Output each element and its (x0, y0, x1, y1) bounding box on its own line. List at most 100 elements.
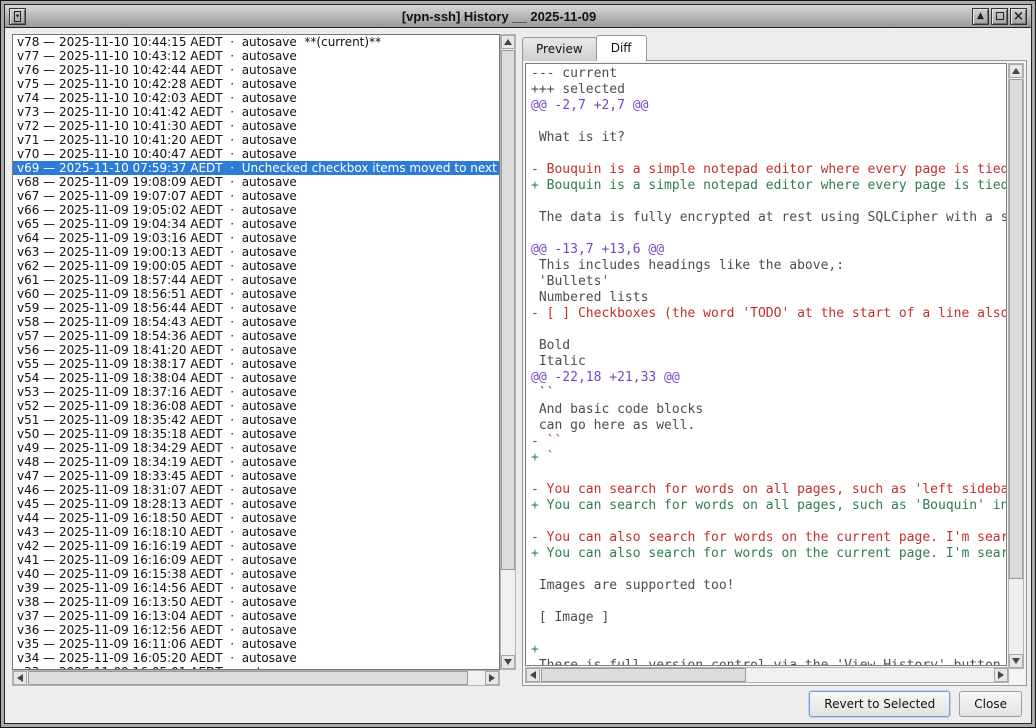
version-list-item[interactable]: v62 — 2025-11-09 19:00:05 AEDT · autosav… (13, 259, 499, 273)
arrow-up-icon (504, 39, 512, 45)
version-list-item[interactable]: v55 — 2025-11-09 18:38:17 AEDT · autosav… (13, 357, 499, 371)
version-list-item[interactable]: v73 — 2025-11-10 10:41:42 AEDT · autosav… (13, 105, 499, 119)
version-list-item[interactable]: v50 — 2025-11-09 18:35:18 AEDT · autosav… (13, 427, 499, 441)
version-list-item[interactable]: v77 — 2025-11-10 10:43:12 AEDT · autosav… (13, 49, 499, 63)
list-scroll-up-button[interactable] (501, 35, 515, 49)
tab-diff[interactable]: Diff (596, 35, 647, 61)
diff-vscrollbar[interactable] (1008, 63, 1024, 669)
diff-hscrollbar-thumb[interactable] (541, 668, 746, 682)
diff-line: 'Bullets' (531, 274, 1006, 290)
version-list-item[interactable]: v65 — 2025-11-09 19:04:34 AEDT · autosav… (13, 217, 499, 231)
version-list-item[interactable]: v74 — 2025-11-10 10:42:03 AEDT · autosav… (13, 91, 499, 105)
diff-line (531, 626, 1006, 642)
diff-line: --- current (531, 66, 1006, 82)
version-list-item[interactable]: v37 — 2025-11-09 16:13:04 AEDT · autosav… (13, 609, 499, 623)
diff-line (531, 322, 1006, 338)
list-scroll-down-button[interactable] (501, 655, 515, 669)
diff-line: + ` (531, 450, 1006, 466)
preview-diff-panel: Preview Diff --- current+++ selected@@ -… (522, 34, 1027, 686)
version-list-item[interactable]: v52 — 2025-11-09 18:36:08 AEDT · autosav… (13, 399, 499, 413)
maximize-icon (996, 12, 1004, 20)
diff-line (531, 594, 1006, 610)
diff-line: And basic code blocks (531, 402, 1006, 418)
diff-scroll-down-button[interactable] (1009, 654, 1023, 668)
shade-button[interactable]: ▲ (972, 8, 989, 25)
version-list-item[interactable]: v34 — 2025-11-09 16:05:20 AEDT · autosav… (13, 651, 499, 665)
dialog-body: v78 — 2025-11-10 10:44:15 AEDT · autosav… (5, 28, 1031, 723)
arrow-down-icon (1012, 658, 1020, 664)
diff-scroll-left-button[interactable] (526, 668, 540, 682)
version-list-item[interactable]: v70 — 2025-11-10 10:40:47 AEDT · autosav… (13, 147, 499, 161)
diff-hscrollbar[interactable] (525, 667, 1009, 683)
diff-scroll-right-button[interactable] (994, 668, 1008, 682)
version-list-item[interactable]: v47 — 2025-11-09 18:33:45 AEDT · autosav… (13, 469, 499, 483)
diff-line: `` (531, 386, 1006, 402)
version-list-item[interactable]: v42 — 2025-11-09 16:16:19 AEDT · autosav… (13, 539, 499, 553)
version-list-item[interactable]: v51 — 2025-11-09 18:35:42 AEDT · autosav… (13, 413, 499, 427)
window-title: [vpn-ssh] History __ 2025-11-09 (27, 9, 971, 24)
revert-to-selected-button[interactable]: Revert to Selected (809, 691, 950, 717)
version-list-item[interactable]: v76 — 2025-11-10 10:42:44 AEDT · autosav… (13, 63, 499, 77)
list-hscrollbar[interactable] (12, 670, 500, 686)
version-list-item[interactable]: v57 — 2025-11-09 18:54:36 AEDT · autosav… (13, 329, 499, 343)
version-list-item[interactable]: v68 — 2025-11-09 19:08:09 AEDT · autosav… (13, 175, 499, 189)
diff-line: The data is fully encrypted at rest usin… (531, 210, 1006, 226)
diff-line: can go here as well. (531, 418, 1006, 434)
version-list-item[interactable]: v41 — 2025-11-09 16:16:09 AEDT · autosav… (13, 553, 499, 567)
diff-line: There is full version control via the 'V… (531, 658, 1006, 666)
diff-line: + You can search for words on all pages,… (531, 498, 1006, 514)
version-list-item[interactable]: v43 — 2025-11-09 16:18:10 AEDT · autosav… (13, 525, 499, 539)
version-list-item[interactable]: v58 — 2025-11-09 18:54:43 AEDT · autosav… (13, 315, 499, 329)
version-list-item[interactable]: v35 — 2025-11-09 16:11:06 AEDT · autosav… (13, 637, 499, 651)
version-list-item[interactable]: v78 — 2025-11-10 10:44:15 AEDT · autosav… (13, 35, 499, 49)
version-list-item[interactable]: v64 — 2025-11-09 19:03:16 AEDT · autosav… (13, 231, 499, 245)
version-list[interactable]: v78 — 2025-11-10 10:44:15 AEDT · autosav… (12, 34, 500, 670)
version-list-item[interactable]: v40 — 2025-11-09 16:15:38 AEDT · autosav… (13, 567, 499, 581)
list-scroll-right-button[interactable] (485, 671, 499, 685)
version-list-item[interactable]: v56 — 2025-11-09 18:41:20 AEDT · autosav… (13, 343, 499, 357)
version-list-item[interactable]: v69 — 2025-11-10 07:59:37 AEDT · Uncheck… (13, 161, 499, 175)
version-list-item[interactable]: v45 — 2025-11-09 18:28:13 AEDT · autosav… (13, 497, 499, 511)
diff-line: - `` (531, 434, 1006, 450)
titlebar[interactable]: ▾ [vpn-ssh] History __ 2025-11-09 ▲ × (5, 5, 1031, 28)
window-menu-button[interactable]: ▾ (9, 8, 26, 25)
version-list-item[interactable]: v38 — 2025-11-09 16:13:50 AEDT · autosav… (13, 595, 499, 609)
tab-preview[interactable]: Preview (522, 37, 597, 61)
diff-scroll-up-button[interactable] (1009, 64, 1023, 78)
version-list-item[interactable]: v71 — 2025-11-10 10:41:20 AEDT · autosav… (13, 133, 499, 147)
version-list-item[interactable]: v75 — 2025-11-10 10:42:28 AEDT · autosav… (13, 77, 499, 91)
version-list-item[interactable]: v59 — 2025-11-09 18:56:44 AEDT · autosav… (13, 301, 499, 315)
titlebar-close-button[interactable]: × (1010, 8, 1027, 25)
version-list-item[interactable]: v39 — 2025-11-09 16:14:56 AEDT · autosav… (13, 581, 499, 595)
version-list-item[interactable]: v61 — 2025-11-09 18:57:44 AEDT · autosav… (13, 273, 499, 287)
version-list-item[interactable]: v48 — 2025-11-09 18:34:19 AEDT · autosav… (13, 455, 499, 469)
list-hscrollbar-thumb[interactable] (28, 671, 468, 685)
list-vscrollbar[interactable] (500, 34, 516, 670)
tabstrip: Preview Diff (522, 34, 646, 60)
version-list-item[interactable]: v66 — 2025-11-09 19:05:02 AEDT · autosav… (13, 203, 499, 217)
diff-text[interactable]: --- current+++ selected@@ -2,7 +2,7 @@ W… (525, 63, 1007, 666)
version-list-item[interactable]: v63 — 2025-11-09 19:00:13 AEDT · autosav… (13, 245, 499, 259)
version-list-item[interactable]: v67 — 2025-11-09 19:07:07 AEDT · autosav… (13, 189, 499, 203)
version-list-item[interactable]: v44 — 2025-11-09 16:18:50 AEDT · autosav… (13, 511, 499, 525)
close-button[interactable]: Close (959, 691, 1022, 717)
version-list-item[interactable]: v46 — 2025-11-09 18:31:07 AEDT · autosav… (13, 483, 499, 497)
titlebar-close-icon: × (1013, 10, 1024, 23)
history-window: ▾ [vpn-ssh] History __ 2025-11-09 ▲ × v7… (0, 0, 1036, 728)
diff-line (531, 194, 1006, 210)
diff-line: + Bouquin is a simple notepad editor whe… (531, 178, 1006, 194)
window-menu-icon: ▾ (14, 11, 22, 22)
version-list-item[interactable]: v72 — 2025-11-10 10:41:30 AEDT · autosav… (13, 119, 499, 133)
version-list-item[interactable]: v36 — 2025-11-09 16:12:56 AEDT · autosav… (13, 623, 499, 637)
maximize-button[interactable] (991, 8, 1008, 25)
diff-vscrollbar-thumb[interactable] (1009, 79, 1023, 579)
version-list-panel: v78 — 2025-11-10 10:44:15 AEDT · autosav… (12, 34, 516, 686)
version-list-item[interactable]: v49 — 2025-11-09 18:34:29 AEDT · autosav… (13, 441, 499, 455)
diff-line: @@ -13,7 +13,6 @@ (531, 242, 1006, 258)
version-list-item[interactable]: v54 — 2025-11-09 18:38:04 AEDT · autosav… (13, 371, 499, 385)
version-list-item[interactable]: v53 — 2025-11-09 18:37:16 AEDT · autosav… (13, 385, 499, 399)
list-scroll-left-button[interactable] (13, 671, 27, 685)
list-vscrollbar-thumb[interactable] (501, 50, 515, 570)
version-list-item[interactable]: v60 — 2025-11-09 18:56:51 AEDT · autosav… (13, 287, 499, 301)
diff-line (531, 226, 1006, 242)
